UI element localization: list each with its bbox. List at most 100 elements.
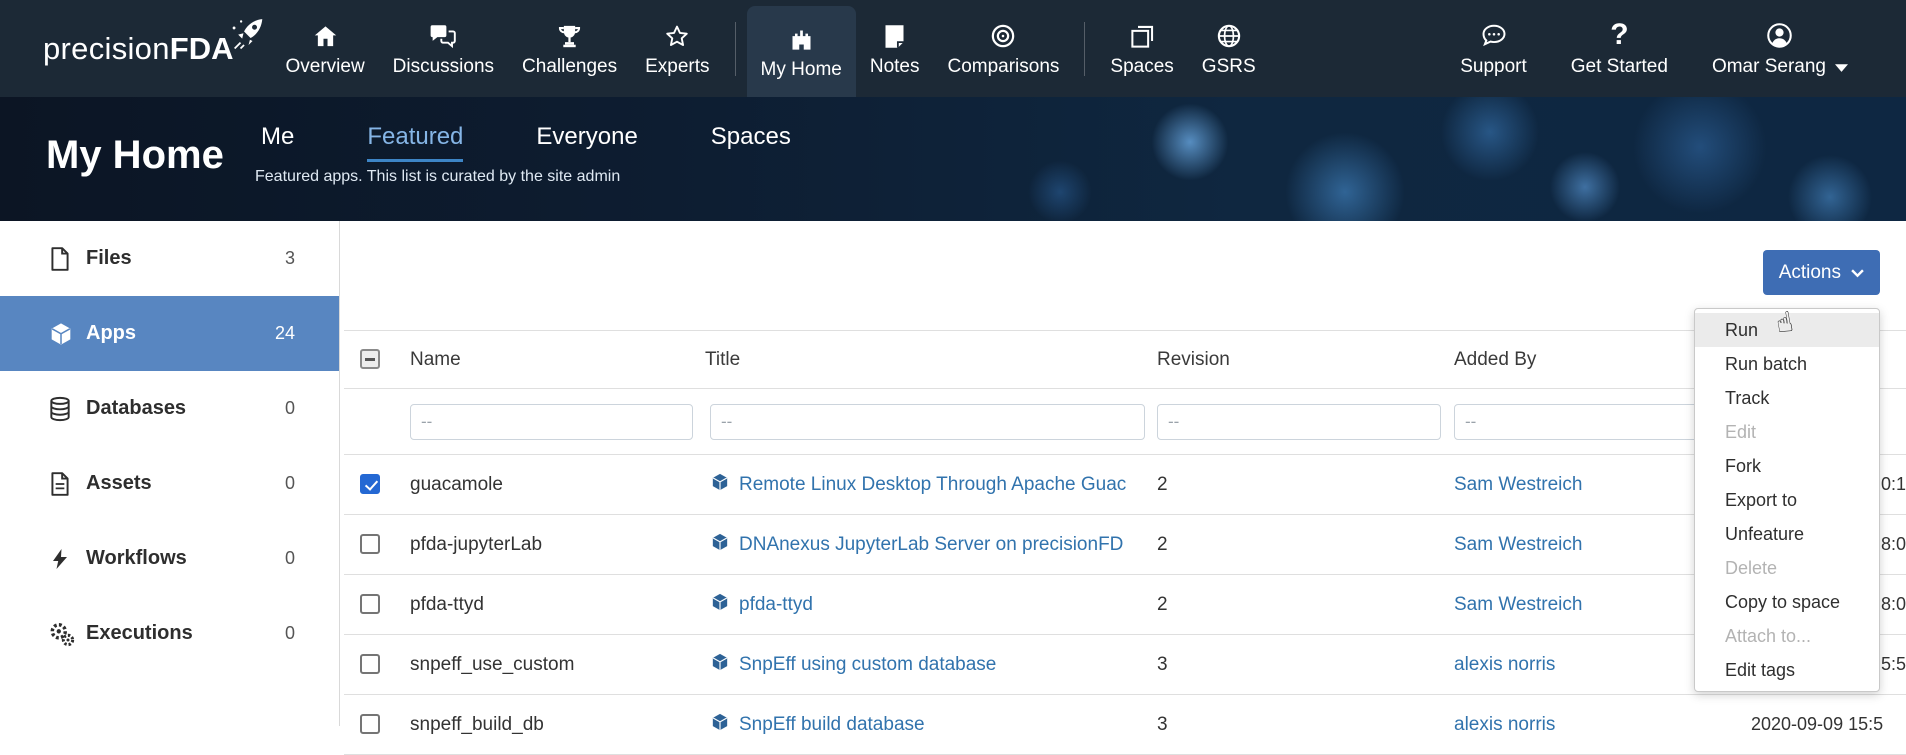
added-by-link[interactable]: Sam Westreich bbox=[1454, 594, 1582, 615]
sidebar-label: Workflows bbox=[86, 547, 187, 570]
precisionfda-logo[interactable]: precisionFDA bbox=[43, 31, 233, 67]
page-subtitle: Featured apps. This list is curated by t… bbox=[255, 168, 620, 186]
sidebar-label: Assets bbox=[86, 472, 152, 495]
main-content: Actions Name Title Revision Added By gua… bbox=[341, 221, 1906, 726]
logo-text-precision: precision bbox=[43, 31, 170, 66]
title-filter-input[interactable] bbox=[710, 404, 1145, 440]
nav-item-discussions[interactable]: Discussions bbox=[379, 0, 508, 97]
app-revision: 2 bbox=[1157, 594, 1454, 616]
menu-item-run-batch[interactable]: Run batch bbox=[1695, 347, 1879, 381]
user-menu[interactable]: Omar Serang bbox=[1698, 0, 1862, 97]
nav-item-overview[interactable]: Overview bbox=[271, 0, 378, 97]
app-revision: 3 bbox=[1157, 654, 1454, 676]
row-checkbox[interactable] bbox=[360, 534, 380, 554]
app-title-link[interactable]: SnpEff using custom database bbox=[739, 654, 996, 676]
menu-item-copy-to-space[interactable]: Copy to space bbox=[1695, 585, 1879, 619]
menu-item-edit-tags[interactable]: Edit tags bbox=[1695, 653, 1879, 687]
sidebar-count: 0 bbox=[285, 473, 295, 494]
column-header-title[interactable]: Title bbox=[705, 349, 1157, 371]
app-cube-icon bbox=[710, 532, 730, 558]
asset-file-icon bbox=[48, 471, 76, 497]
sidebar-label: Executions bbox=[86, 622, 193, 645]
row-checkbox[interactable] bbox=[360, 474, 380, 494]
nav-label: Get Started bbox=[1571, 56, 1668, 78]
nav-item-get-started[interactable]: ? Get Started bbox=[1557, 0, 1682, 97]
row-checkbox[interactable] bbox=[360, 594, 380, 614]
menu-item-export-to[interactable]: Export to bbox=[1695, 483, 1879, 517]
app-title-link[interactable]: SnpEff build database bbox=[739, 714, 925, 736]
rocket-icon bbox=[227, 17, 267, 61]
sidebar-item-executions[interactable]: Executions 0 bbox=[0, 596, 339, 671]
actions-dropdown-menu: Run Run batch Track Edit Fork Export to … bbox=[1694, 308, 1880, 692]
app-cube-icon bbox=[710, 652, 730, 678]
nav-item-support[interactable]: Support bbox=[1446, 0, 1541, 97]
added-by-link[interactable]: alexis norris bbox=[1454, 714, 1555, 735]
discussions-icon bbox=[428, 20, 458, 50]
app-name: snpeff_build_db bbox=[410, 714, 705, 736]
nav-label: Spaces bbox=[1110, 56, 1173, 78]
table-row: snpeff_build_db SnpEff build database 3 … bbox=[344, 695, 1906, 755]
sidebar-item-workflows[interactable]: Workflows 0 bbox=[0, 521, 339, 596]
menu-item-track[interactable]: Track bbox=[1695, 381, 1879, 415]
sidebar-item-assets[interactable]: Assets 0 bbox=[0, 446, 339, 521]
sidebar-count: 0 bbox=[285, 398, 295, 419]
nav-item-notes[interactable]: Notes bbox=[856, 0, 934, 97]
question-icon: ? bbox=[1610, 20, 1628, 50]
globe-icon bbox=[1215, 20, 1243, 50]
select-all-checkbox[interactable] bbox=[360, 349, 380, 369]
created-timestamp: 2020-09-09 15:5 bbox=[1751, 714, 1883, 735]
tab-featured[interactable]: Featured bbox=[367, 123, 463, 162]
sidebar-count: 0 bbox=[285, 548, 295, 569]
nav-divider bbox=[1084, 22, 1085, 76]
added-by-link[interactable]: alexis norris bbox=[1454, 654, 1555, 675]
revision-filter-input[interactable] bbox=[1157, 404, 1441, 440]
trophy-icon bbox=[556, 20, 583, 50]
tab-spaces[interactable]: Spaces bbox=[711, 123, 791, 162]
home-icon bbox=[312, 20, 339, 50]
nav-label: GSRS bbox=[1202, 56, 1256, 78]
nav-item-experts[interactable]: Experts bbox=[631, 0, 723, 97]
app-name: pfda-ttyd bbox=[410, 594, 705, 616]
app-title-link[interactable]: DNAnexus JupyterLab Server on precisionF… bbox=[739, 534, 1123, 556]
app-revision: 2 bbox=[1157, 534, 1454, 556]
nav-item-spaces[interactable]: Spaces bbox=[1096, 0, 1187, 97]
added-by-link[interactable]: Sam Westreich bbox=[1454, 474, 1582, 495]
added-by-link[interactable]: Sam Westreich bbox=[1454, 534, 1582, 555]
page-header: My Home Me Featured Everyone Spaces Feat… bbox=[0, 97, 1906, 221]
app-title-link[interactable]: pfda-ttyd bbox=[739, 594, 813, 616]
apps-table: Name Title Revision Added By guacamole R… bbox=[344, 330, 1906, 755]
sidebar-item-files[interactable]: Files 3 bbox=[0, 221, 339, 296]
table-row: guacamole Remote Linux Desktop Through A… bbox=[344, 455, 1906, 515]
gears-icon bbox=[48, 621, 76, 647]
chat-dots-icon bbox=[1480, 20, 1508, 50]
row-checkbox[interactable] bbox=[360, 714, 380, 734]
primary-nav: Overview Discussions Challenges Experts … bbox=[271, 0, 1269, 97]
column-header-name[interactable]: Name bbox=[410, 349, 705, 371]
actions-button[interactable]: Actions bbox=[1763, 250, 1880, 295]
row-checkbox[interactable] bbox=[360, 654, 380, 674]
nav-divider bbox=[735, 22, 736, 76]
app-title-link[interactable]: Remote Linux Desktop Through Apache Guac bbox=[739, 474, 1126, 496]
nav-item-challenges[interactable]: Challenges bbox=[508, 0, 631, 97]
nav-label: Discussions bbox=[393, 56, 494, 78]
tab-me[interactable]: Me bbox=[261, 123, 294, 162]
menu-item-delete: Delete bbox=[1695, 551, 1879, 585]
caret-down-icon bbox=[1835, 56, 1848, 78]
tab-everyone[interactable]: Everyone bbox=[536, 123, 637, 162]
column-header-revision[interactable]: Revision bbox=[1157, 349, 1454, 371]
sidebar-item-apps[interactable]: Apps 24 bbox=[0, 296, 339, 371]
table-row: snpeff_use_custom SnpEff using custom da… bbox=[344, 635, 1906, 695]
nav-label: Notes bbox=[870, 56, 920, 78]
menu-item-fork[interactable]: Fork bbox=[1695, 449, 1879, 483]
menu-item-edit: Edit bbox=[1695, 415, 1879, 449]
app-cube-icon bbox=[710, 592, 730, 618]
app-cube-icon bbox=[710, 712, 730, 738]
nav-item-gsrs[interactable]: GSRS bbox=[1188, 0, 1270, 97]
nav-item-comparisons[interactable]: Comparisons bbox=[933, 0, 1073, 97]
nav-item-my-home[interactable]: My Home bbox=[747, 6, 856, 97]
menu-item-unfeature[interactable]: Unfeature bbox=[1695, 517, 1879, 551]
name-filter-input[interactable] bbox=[410, 404, 693, 440]
sidebar-count: 0 bbox=[285, 623, 295, 644]
scope-tabs: Me Featured Everyone Spaces bbox=[261, 123, 791, 162]
sidebar-item-databases[interactable]: Databases 0 bbox=[0, 371, 339, 446]
